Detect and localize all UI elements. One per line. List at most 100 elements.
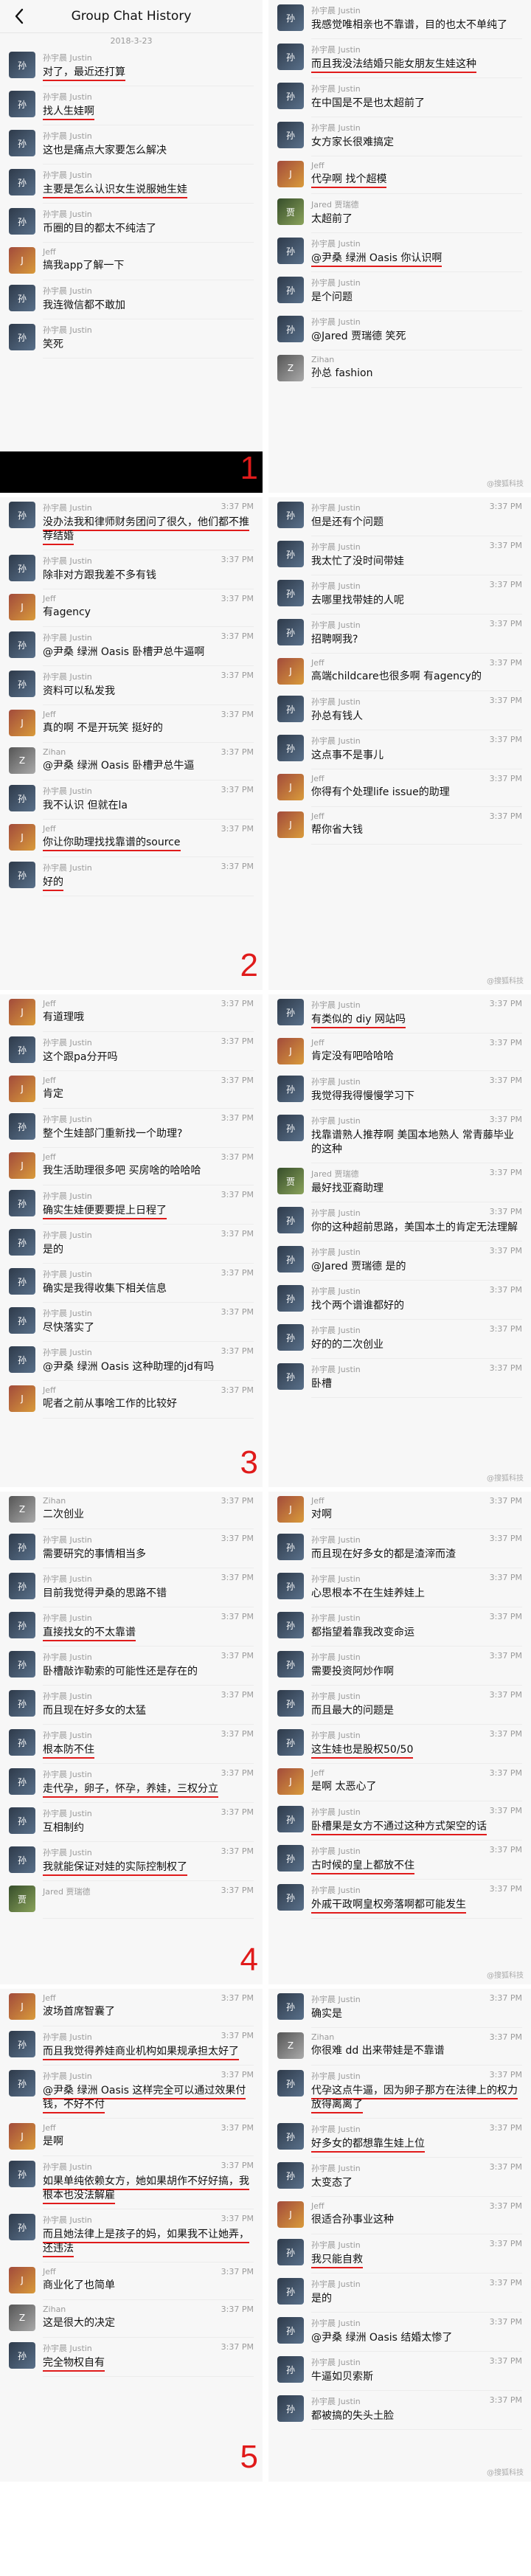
- avatar[interactable]: 孙: [9, 2031, 35, 2057]
- message-row[interactable]: 孙孙宇晨 Justin 3:37 PM 孙总有钱人: [268, 691, 531, 730]
- avatar[interactable]: 孙: [9, 2161, 35, 2187]
- avatar[interactable]: 孙: [9, 1690, 35, 1717]
- message-row[interactable]: 孙孙宇晨 Justin 3:37 PM @尹桑 绿洲 Oasis 这样完全可以通过效…: [0, 2066, 263, 2118]
- avatar[interactable]: 孙: [9, 2342, 35, 2369]
- message-row[interactable]: Z Zihan 3:37 PM 你很难 dd 出来带娃是不靠谱: [268, 2028, 531, 2065]
- message-row[interactable]: 孙孙宇晨 Justin 女方家长很难搞定: [268, 117, 531, 156]
- avatar[interactable]: 孙: [9, 285, 35, 311]
- avatar[interactable]: 孙: [277, 2395, 304, 2422]
- avatar[interactable]: 孙: [277, 1534, 304, 1560]
- avatar[interactable]: 孙: [277, 1207, 304, 1233]
- avatar[interactable]: J: [9, 1385, 35, 1412]
- message-row[interactable]: 孙孙宇晨 Justin 3:37 PM 好的的二次创业: [268, 1320, 531, 1358]
- avatar[interactable]: 孙: [277, 2356, 304, 2383]
- avatar[interactable]: 孙: [277, 1651, 304, 1677]
- message-row[interactable]: 孙孙宇晨 Justin 3:37 PM 如果单纯依赖女方，她如果胡作不好好搞，我根本…: [0, 2156, 263, 2209]
- avatar[interactable]: 孙: [277, 4, 304, 31]
- avatar[interactable]: 孙: [277, 502, 304, 528]
- avatar[interactable]: J: [9, 2267, 35, 2293]
- avatar[interactable]: J: [9, 2123, 35, 2150]
- avatar[interactable]: 孙: [9, 1190, 35, 1216]
- message-row[interactable]: J Jeff 代孕啊 找个超模: [268, 156, 531, 193]
- message-row[interactable]: 孙孙宇晨 Justin 对了，最近还打算: [0, 47, 263, 86]
- avatar[interactable]: 孙: [9, 1651, 35, 1677]
- avatar[interactable]: 孙: [9, 785, 35, 811]
- avatar[interactable]: 孙: [277, 1076, 304, 1102]
- message-row[interactable]: 孙孙宇晨 Justin 3:37 PM 牛逼如贝索斯: [268, 2352, 531, 2390]
- avatar[interactable]: 孙: [277, 238, 304, 264]
- message-row[interactable]: 孙孙宇晨 Justin 3:37 PM 确实是: [268, 1989, 531, 2027]
- message-row[interactable]: 孙孙宇晨 Justin 3:37 PM 好多女的都想靠生娃上位: [268, 2119, 531, 2157]
- message-row[interactable]: 孙孙宇晨 Justin 3:37 PM @尹桑 绿洲 Oasis 结婚太惨了: [268, 2313, 531, 2351]
- message-row[interactable]: Z Zihan 3:37 PM @尹桑 绿洲 Oasis 卧槽尹总牛逼: [0, 743, 263, 780]
- message-row[interactable]: 贾 Jared 贾瑞德 太超前了: [268, 194, 531, 232]
- message-row[interactable]: 孙孙宇晨 Justin 3:37 PM 我只能自救: [268, 2234, 531, 2273]
- message-row[interactable]: 孙孙宇晨 Justin 3:37 PM 尽快落实了: [0, 1303, 263, 1341]
- avatar[interactable]: 孙: [9, 1346, 35, 1373]
- message-row[interactable]: J Jeff 3:37 PM 是啊 太恶心了: [268, 1764, 531, 1801]
- message-row[interactable]: 孙孙宇晨 Justin 3:37 PM 没办法我和律师财务团问了很久，他们都不推荐结…: [0, 497, 263, 550]
- message-row[interactable]: 孙孙宇晨 Justin 3:37 PM 目前我觉得尹桑的思路不错: [0, 1568, 263, 1607]
- avatar[interactable]: 孙: [277, 1324, 304, 1351]
- avatar[interactable]: 孙: [277, 83, 304, 109]
- message-row[interactable]: J Jeff 3:37 PM 很适合孙事业这种: [268, 2197, 531, 2234]
- avatar[interactable]: 孙: [277, 1884, 304, 1911]
- avatar[interactable]: 孙: [277, 541, 304, 567]
- avatar[interactable]: 孙: [9, 1612, 35, 1638]
- avatar[interactable]: Z: [9, 747, 35, 774]
- avatar[interactable]: 孙: [277, 1993, 304, 2020]
- avatar[interactable]: Z: [9, 2305, 35, 2331]
- message-row[interactable]: 孙孙宇晨 Justin 3:37 PM 而且最大的问题是: [268, 1686, 531, 1724]
- message-row[interactable]: J Jeff 3:37 PM 是啊: [0, 2119, 263, 2156]
- message-row[interactable]: 孙孙宇晨 Justin 这也是痛点大家要怎么解决: [0, 125, 263, 164]
- message-row[interactable]: 孙孙宇晨 Justin 3:37 PM @Jared 贾瑞德 是的: [268, 1242, 531, 1280]
- avatar[interactable]: 贾: [9, 1886, 35, 1912]
- avatar[interactable]: 孙: [9, 1768, 35, 1795]
- message-row[interactable]: J Jeff 3:37 PM 高端childcare也很多啊 有agency的: [268, 654, 531, 690]
- message-row[interactable]: 孙孙宇晨 Justin 3:37 PM 整个生娃部门重新找一个助理?: [0, 1109, 263, 1147]
- avatar[interactable]: J: [277, 161, 304, 187]
- avatar[interactable]: 贾: [277, 1168, 304, 1194]
- message-row[interactable]: 孙孙宇晨 Justin 3:37 PM 而且现在好多女的太猛: [0, 1686, 263, 1724]
- avatar[interactable]: 孙: [277, 1729, 304, 1756]
- avatar[interactable]: J: [9, 999, 35, 1025]
- message-row[interactable]: 孙孙宇晨 Justin 3:37 PM 卧槽: [268, 1359, 531, 1397]
- message-row[interactable]: 孙孙宇晨 Justin 3:37 PM 都指望着靠我改变命运: [268, 1607, 531, 1646]
- message-row[interactable]: 孙孙宇晨 Justin 3:37 PM 去哪里找带娃的人呢: [268, 575, 531, 614]
- message-row[interactable]: 孙孙宇晨 Justin 3:37 PM 心思根本不在生娃养娃上: [268, 1568, 531, 1607]
- avatar[interactable]: J: [9, 824, 35, 851]
- avatar[interactable]: 孙: [277, 1612, 304, 1638]
- avatar[interactable]: 孙: [9, 1229, 35, 1256]
- avatar[interactable]: 孙: [9, 862, 35, 888]
- message-row[interactable]: 孙孙宇晨 Justin 3:37 PM 是的: [268, 2274, 531, 2312]
- avatar[interactable]: 孙: [277, 2278, 304, 2305]
- message-row[interactable]: J Jeff 3:37 PM 对啊: [268, 1492, 531, 1528]
- message-row[interactable]: 孙孙宇晨 Justin 是个问题: [268, 272, 531, 311]
- avatar[interactable]: 孙: [9, 2070, 35, 2097]
- message-row[interactable]: 孙孙宇晨 Justin 我感觉唯相亲也不靠谱，目的也太不单纯了: [268, 0, 531, 38]
- avatar[interactable]: J: [277, 2201, 304, 2228]
- message-row[interactable]: J Jeff 3:37 PM 真的啊 不是开玩笑 挺好的: [0, 705, 263, 742]
- avatar[interactable]: 孙: [9, 130, 35, 156]
- message-row[interactable]: 贾 Jared 贾瑞德 3:37 PM: [0, 1881, 263, 1918]
- avatar[interactable]: J: [9, 594, 35, 620]
- avatar[interactable]: J: [277, 774, 304, 800]
- message-row[interactable]: 孙孙宇晨 Justin 而且我没法结婚只能女朋友生娃这种: [268, 39, 531, 77]
- message-row[interactable]: 孙孙宇晨 Justin 3:37 PM 直接找女的不太靠谱: [0, 1607, 263, 1646]
- avatar[interactable]: Z: [9, 1496, 35, 1523]
- message-row[interactable]: 孙孙宇晨 Justin 3:37 PM 代孕这点牛逼，因为卵子那方在法律上的权力放得…: [268, 2066, 531, 2118]
- message-row[interactable]: J Jeff 3:37 PM 有道理哦: [0, 994, 263, 1031]
- avatar[interactable]: J: [9, 1152, 35, 1179]
- avatar[interactable]: Z: [277, 355, 304, 381]
- message-row[interactable]: J Jeff 3:37 PM 肯定没有吧哈哈哈: [268, 1033, 531, 1070]
- message-row[interactable]: J Jeff 3:37 PM 帮你省大钱: [268, 807, 531, 844]
- message-row[interactable]: 孙孙宇晨 Justin 3:37 PM 卧槽果是女方不通过这种方式架空的话: [268, 1801, 531, 1840]
- message-row[interactable]: 孙孙宇晨 Justin 3:37 PM 好的: [0, 857, 263, 896]
- avatar[interactable]: 孙: [277, 1246, 304, 1273]
- avatar[interactable]: 孙: [277, 2317, 304, 2344]
- avatar[interactable]: 孙: [277, 1690, 304, 1717]
- avatar[interactable]: 孙: [9, 1807, 35, 1834]
- message-row[interactable]: J Jeff 3:37 PM 肯定: [0, 1071, 263, 1108]
- message-row[interactable]: 孙孙宇晨 Justin 3:37 PM 有类似的 diy 网站吗: [268, 994, 531, 1033]
- message-row[interactable]: 孙孙宇晨 Justin 3:37 PM 确实是我得收集下相关信息: [0, 1264, 263, 1302]
